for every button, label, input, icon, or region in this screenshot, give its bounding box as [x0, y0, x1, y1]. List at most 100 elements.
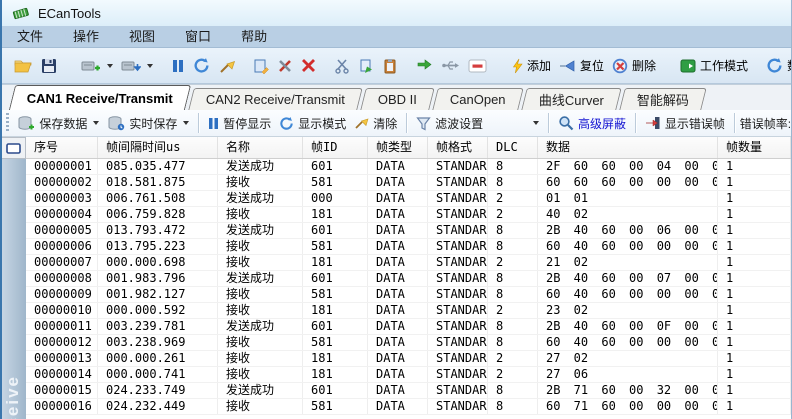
table-cell: 00000016 — [26, 399, 98, 414]
table-row[interactable]: 00000010000.000.592接收181DATASTANDARD223 … — [26, 303, 791, 319]
table-row[interactable]: 00000001085.035.477发送成功601DATASTANDARD82… — [26, 159, 791, 175]
column-header[interactable]: 帧间隔时间us — [98, 137, 218, 158]
display-mode-button[interactable]: 显示模式 — [275, 113, 350, 134]
table-row[interactable]: 00000002018.581.875接收581DATASTANDARD860 … — [26, 175, 791, 191]
table-cell: 181 — [303, 303, 368, 318]
table-cell: 00000008 — [26, 271, 98, 286]
table-row[interactable]: 00000016024.232.449接收581DATASTANDARD860 … — [26, 399, 791, 415]
tab-1[interactable]: CAN2 Receive/Transmit — [188, 88, 362, 110]
table-row[interactable]: 00000005013.793.472发送成功601DATASTANDARD82… — [26, 223, 791, 239]
menu-item[interactable]: 视图 — [114, 26, 170, 47]
data-flow-button[interactable]: 数据 — [762, 55, 791, 76]
table-row[interactable]: 00000006013.795.223接收581DATASTANDARD860 … — [26, 239, 791, 255]
delete-frame-button[interactable] — [297, 56, 320, 75]
table-row[interactable]: 00000015024.233.749发送成功601DATASTANDARD82… — [26, 383, 791, 399]
copy-button[interactable] — [354, 56, 378, 76]
tab-3[interactable]: CanOpen — [432, 88, 523, 110]
refresh-button[interactable] — [189, 55, 214, 76]
select-all-cell[interactable] — [2, 137, 26, 159]
toolbar-separator — [734, 113, 735, 133]
table-cell: 60 40 60 00 00 00 00 00 — [538, 335, 718, 350]
table-row[interactable]: 00000011003.239.781发送成功601DATASTANDARD82… — [26, 319, 791, 335]
column-header[interactable]: 帧ID — [303, 137, 368, 158]
table-cell: STANDARD — [428, 351, 488, 366]
tab-0[interactable]: CAN1 Receive/Transmit — [9, 85, 191, 110]
tab-5[interactable]: 智能解码 — [619, 88, 707, 110]
table-row[interactable]: 00000009001.982.127接收581DATASTANDARD860 … — [26, 287, 791, 303]
realtime-save-button[interactable]: 实时保存 — [103, 113, 193, 134]
save-file-button[interactable] — [37, 56, 61, 76]
add-button[interactable]: 添加 — [507, 55, 555, 76]
table-cell: 1 — [718, 367, 791, 382]
device-open-button[interactable] — [77, 56, 117, 76]
table-cell: 2F 60 60 00 04 00 00 00 — [538, 159, 718, 174]
filter-preset-combobox[interactable] — [487, 114, 543, 132]
table-cell: STANDARD — [428, 239, 488, 254]
connect-button[interactable] — [412, 56, 437, 75]
table-row[interactable]: 00000012003.238.969接收581DATASTANDARD860 … — [26, 335, 791, 351]
pause-display-button[interactable]: 暂停显示 — [204, 113, 275, 134]
column-header[interactable]: 帧格式 — [428, 137, 488, 158]
refresh-icon — [279, 116, 294, 131]
table-cell: 2 — [488, 207, 538, 222]
save-data-button[interactable]: 保存数据 — [13, 113, 103, 134]
table-cell: 000.000.261 — [98, 351, 218, 366]
paste-button[interactable] — [378, 56, 402, 76]
reset-button[interactable]: 复位 — [555, 55, 608, 76]
work-mode-label: 工作模式 — [700, 57, 748, 74]
clear-button[interactable]: 清除 — [350, 113, 401, 134]
column-header[interactable]: DLC — [488, 137, 538, 158]
table-cell: 40 02 — [538, 207, 718, 222]
table-cell: 601 — [303, 159, 368, 174]
table-cell: 接收 — [218, 175, 303, 190]
table-cell: 1 — [718, 255, 791, 270]
column-header[interactable]: 数据 — [538, 137, 718, 158]
work-mode-button[interactable]: 工作模式 — [676, 55, 752, 76]
column-header[interactable]: 名称 — [218, 137, 303, 158]
edit-frame-button[interactable] — [249, 56, 273, 76]
stop-button[interactable] — [464, 57, 491, 75]
table-row[interactable]: 00000014000.000.741接收181DATASTANDARD227 … — [26, 367, 791, 383]
cut-button[interactable] — [330, 56, 354, 76]
table-cell: STANDARD — [428, 223, 488, 238]
show-error-frames-label: 显示错误帧 — [665, 115, 725, 132]
table-cell: DATA — [368, 367, 428, 382]
menu-item[interactable]: 窗口 — [170, 26, 226, 47]
toolbar-gripper[interactable] — [6, 113, 9, 133]
show-error-frames-button[interactable]: 显示错误帧 — [641, 113, 729, 134]
tab-label: 曲线Curver — [538, 90, 603, 109]
table-cell: DATA — [368, 271, 428, 286]
table-row[interactable]: 00000004006.759.828接收181DATASTANDARD240 … — [26, 207, 791, 223]
pause-button[interactable] — [167, 56, 189, 76]
open-file-button[interactable] — [10, 56, 37, 76]
column-header[interactable]: 帧类型 — [368, 137, 428, 158]
table-row[interactable]: 00000007000.000.698接收181DATASTANDARD221 … — [26, 255, 791, 271]
tab-4[interactable]: 曲线Curver — [521, 88, 622, 110]
filter-settings-button[interactable]: 滤波设置 — [412, 113, 487, 134]
table-row[interactable]: 00000003006.761.508发送成功000DATASTANDARD20… — [26, 191, 791, 207]
table-cell: 001.983.796 — [98, 271, 218, 286]
table-row[interactable]: 00000008001.983.796发送成功601DATASTANDARD82… — [26, 271, 791, 287]
advanced-mask-button[interactable]: 高级屏蔽 — [554, 113, 630, 134]
device-close-button[interactable] — [117, 56, 157, 76]
settings-tools-button[interactable] — [273, 56, 297, 76]
table-cell: 23 02 — [538, 303, 718, 318]
table-cell: 发送成功 — [218, 271, 303, 286]
menu-item[interactable]: 操作 — [58, 26, 114, 47]
tab-2[interactable]: OBD II — [360, 88, 435, 110]
table-cell: STANDARD — [428, 287, 488, 302]
column-header[interactable]: 序号 — [26, 137, 98, 158]
table-cell: 21 02 — [538, 255, 718, 270]
menu-item[interactable]: 帮助 — [226, 26, 282, 47]
menu-item[interactable]: 文件 — [2, 26, 58, 47]
table-cell: 018.581.875 — [98, 175, 218, 190]
table-cell: 1 — [718, 175, 791, 190]
clean-button[interactable] — [214, 56, 239, 76]
table-row[interactable]: 00000013000.000.261接收181DATASTANDARD227 … — [26, 351, 791, 367]
usb-button[interactable] — [437, 57, 464, 74]
column-header[interactable]: 帧数量 — [718, 137, 791, 158]
table-cell: 581 — [303, 287, 368, 302]
table-cell: 1 — [718, 319, 791, 334]
table-cell: 8 — [488, 159, 538, 174]
delete-button[interactable]: 删除 — [608, 55, 660, 76]
